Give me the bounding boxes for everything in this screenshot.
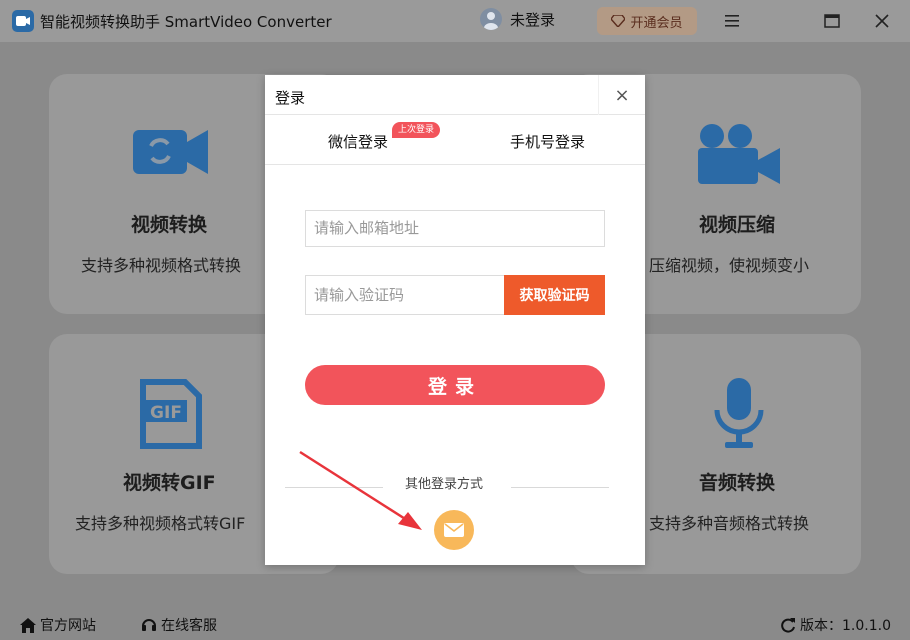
email-login-button[interactable]	[434, 510, 474, 550]
dialog-close-button[interactable]: ×	[598, 75, 645, 115]
close-icon	[875, 14, 889, 28]
official-website-label: 官方网站	[40, 618, 96, 634]
card-desc: 支持多种视频格式转换	[81, 256, 242, 275]
annotation-arrow	[299, 450, 422, 530]
svg-text:GIF: GIF	[150, 403, 182, 423]
card-title: 视频压缩	[699, 214, 776, 236]
video-convert-icon	[133, 130, 208, 174]
card-desc: 支持多种音频格式转换	[649, 514, 810, 533]
app-title: 智能视频转换助手 SmartVideo Converter	[40, 13, 332, 31]
maximize-icon	[824, 14, 840, 28]
card-desc: 支持多种视频格式转GIF	[75, 514, 246, 533]
tab-wechat-login[interactable]: 微信登录	[328, 131, 388, 152]
version-info[interactable]: 版本：1.0.1.0	[780, 615, 891, 635]
card-title: 音频转换	[699, 472, 776, 494]
menu-button[interactable]	[721, 10, 743, 32]
title-bar: 智能视频转换助手 SmartVideo Converter 未登录 开通会员	[0, 0, 910, 42]
footer-bar: 官方网站 在线客服 版本：1.0.1.0	[0, 606, 910, 640]
login-tabs: 微信登录 上次登录 手机号登录	[265, 115, 645, 165]
menu-icon	[725, 15, 739, 27]
user-avatar-icon	[480, 8, 502, 30]
microphone-icon	[714, 378, 764, 448]
get-code-button[interactable]: 获取验证码	[504, 275, 605, 315]
home-icon	[20, 617, 36, 633]
refresh-icon	[781, 618, 795, 633]
app-logo-icon	[12, 10, 34, 32]
video-camera-icon	[698, 124, 780, 184]
verification-code-input[interactable]: 请输入验证码	[305, 275, 505, 315]
divider-right	[511, 487, 609, 488]
headset-icon	[142, 619, 156, 631]
close-icon: ×	[614, 84, 630, 106]
email-input[interactable]: 请输入邮箱地址	[305, 210, 605, 247]
tab-phone-login[interactable]: 手机号登录	[510, 131, 585, 152]
login-button[interactable]: 登录	[305, 365, 605, 405]
user-login-status[interactable]: 未登录	[480, 8, 555, 30]
dialog-title: 登录	[275, 89, 306, 107]
official-website-link[interactable]: 官方网站	[20, 615, 96, 635]
diamond-icon	[611, 15, 626, 27]
vip-button-label: 开通会员	[630, 15, 683, 31]
mail-icon	[444, 523, 464, 537]
user-status-label: 未登录	[510, 10, 556, 29]
card-title: 视频转换	[131, 214, 208, 236]
card-desc: 压缩视频，使视频变小	[649, 256, 810, 275]
online-support-label: 在线客服	[161, 618, 217, 634]
card-title: 视频转GIF	[123, 472, 216, 494]
gif-file-icon: GIF	[140, 379, 202, 449]
version-label: 版本：1.0.1.0	[800, 618, 891, 634]
last-login-badge: 上次登录	[392, 122, 441, 138]
vip-button[interactable]: 开通会员	[597, 7, 697, 35]
dialog-header: 登录 ×	[265, 75, 645, 115]
online-support-link[interactable]: 在线客服	[141, 615, 217, 635]
maximize-button[interactable]	[821, 10, 843, 32]
close-window-button[interactable]	[871, 10, 893, 32]
